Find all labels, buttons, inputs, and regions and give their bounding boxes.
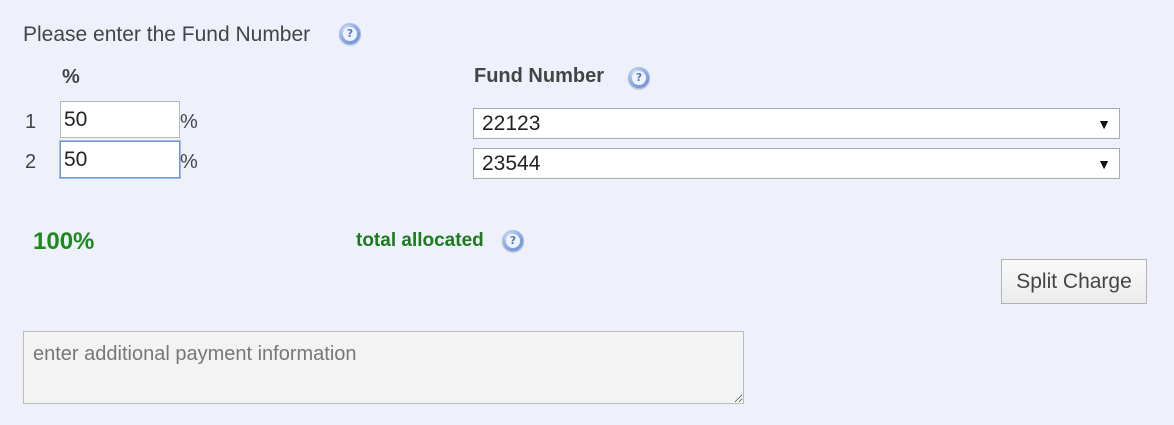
percent-column-header: % xyxy=(62,66,80,88)
help-glyph: ? xyxy=(506,234,520,248)
percent-input-row-1[interactable] xyxy=(60,101,180,138)
fund-prompt: Please enter the Fund Number xyxy=(23,23,311,46)
help-icon[interactable]: ? xyxy=(339,23,361,45)
fund-select-row-2[interactable]: 23544 ▼ xyxy=(473,148,1120,179)
chevron-down-icon: ▼ xyxy=(1097,155,1111,172)
fund-select-row-1[interactable]: 22123 ▼ xyxy=(473,108,1120,139)
percent-input-row-2[interactable] xyxy=(60,141,180,178)
fund-number-column-header: Fund Number xyxy=(474,65,604,87)
percent-sign: % xyxy=(180,111,198,133)
total-percent: 100% xyxy=(33,228,95,255)
help-glyph: ? xyxy=(343,27,357,41)
chevron-down-icon: ▼ xyxy=(1097,115,1111,132)
fund-select-value: 23544 xyxy=(482,151,541,175)
help-glyph: ? xyxy=(632,71,646,85)
row-number: 2 xyxy=(25,151,37,173)
fund-select-value: 22123 xyxy=(482,111,541,135)
row-number: 1 xyxy=(25,111,37,133)
total-allocated-label: total allocated xyxy=(356,230,484,251)
help-icon[interactable]: ? xyxy=(502,230,524,252)
percent-sign: % xyxy=(180,151,198,173)
payment-info-textarea[interactable] xyxy=(23,331,744,404)
split-charge-button[interactable]: Split Charge xyxy=(1001,259,1147,304)
help-icon[interactable]: ? xyxy=(628,67,650,89)
